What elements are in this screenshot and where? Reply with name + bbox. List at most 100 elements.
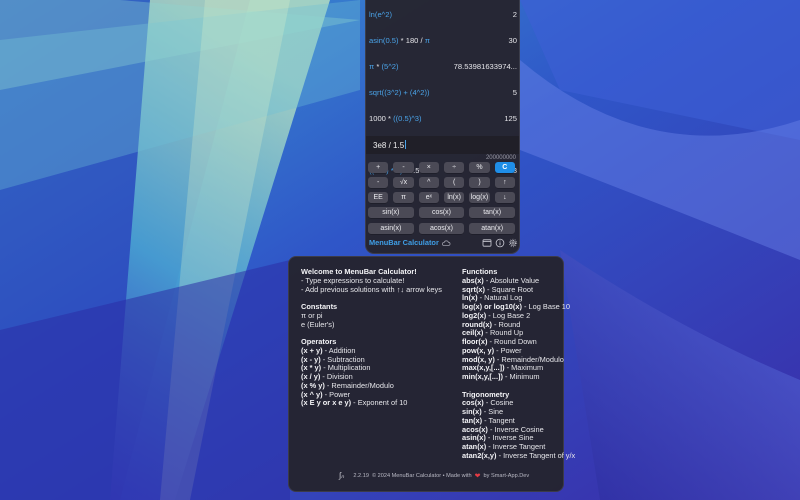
function-item-syntax: sqrt(x) xyxy=(462,284,485,294)
app-logo-icon: ∫ₙ xyxy=(339,471,345,480)
operator-item-syntax: (x - y) xyxy=(301,354,321,364)
operator-item-syntax: (x % y) xyxy=(301,380,325,390)
key-button[interactable]: sin(x) xyxy=(368,207,414,218)
history-row[interactable]: ln(e^2) 2 xyxy=(369,6,518,22)
operator-item-description: - Exponent of 10 xyxy=(351,398,408,408)
expression-input[interactable]: 3e8 / 1.5 xyxy=(366,136,519,154)
calculator-popover: ln(e^2) 2 asin(0.5) * 180 / π 30 π * (5^2) 78… xyxy=(365,0,520,254)
history-expression-part: 1000 xyxy=(369,113,386,123)
operator-item-syntax: (x + y) xyxy=(301,345,323,355)
key-button[interactable]: × xyxy=(418,162,439,173)
help-panel: Welcome to MenuBar Calculator! - Type ex… xyxy=(288,256,575,492)
key-button[interactable]: ÷ xyxy=(444,162,465,173)
constants-list: π or pi e (Euler's) xyxy=(301,311,461,330)
history-row[interactable]: asin(0.5) * 180 / π 30 xyxy=(369,32,518,48)
operators-list: (x + y) - Addition (x - y) - Subtraction(… xyxy=(301,345,461,408)
function-item-syntax: floor(x) xyxy=(462,337,488,346)
gear-icon[interactable] xyxy=(508,238,518,248)
function-item-syntax: round(x) xyxy=(462,319,492,329)
key-button[interactable]: π xyxy=(393,192,414,203)
history-result[interactable]: 2 xyxy=(513,10,518,19)
key-button[interactable]: ↑ xyxy=(494,177,515,188)
history-row[interactable]: sqrt((3^2) + (4^2)) 5 xyxy=(369,84,518,100)
key-button[interactable]: ↓ xyxy=(494,192,515,203)
function-item-description: - Minimum xyxy=(502,372,540,381)
key-button[interactable]: √x xyxy=(393,177,414,188)
function-item-description: - Square Root xyxy=(485,284,534,294)
history-expression: ln(e^2) xyxy=(369,10,392,19)
history-result[interactable]: 5 xyxy=(513,88,518,97)
operator-item-description: - Remainder/Modulo xyxy=(324,380,394,390)
info-icon[interactable] xyxy=(495,238,505,248)
trig-item-description: - Inverse Cosine xyxy=(487,424,544,434)
history-expression-part: asin(0.5) xyxy=(369,35,399,45)
version-label: 2.2.19 xyxy=(353,472,369,479)
expression-input-value[interactable]: 3e8 / 1.5 xyxy=(373,140,406,150)
trig-item-description: - Inverse Tangent of y/x xyxy=(496,450,576,460)
function-item-description: - Round Down xyxy=(487,337,537,346)
result-preview: 200000000 xyxy=(485,155,516,161)
trigonometry-list: cos(x) - Cosine sin(x) - Sine tan(x) - Tan… xyxy=(462,398,575,461)
history-expression-part: sqrt((3^2) + (4^2)) xyxy=(369,87,430,97)
function-item-description: - Log Base 10 xyxy=(521,302,571,311)
author-label: by Smart-App.Dev xyxy=(483,472,530,479)
key-button[interactable]: % xyxy=(469,162,490,173)
key-button[interactable]: acos(x) xyxy=(418,223,465,234)
history-result[interactable]: 78.53981633974... xyxy=(454,62,518,71)
trig-item-syntax: atan(x) xyxy=(462,442,487,451)
key-button[interactable]: log(x) xyxy=(469,192,490,203)
function-item-syntax: ln(x) xyxy=(462,293,478,303)
function-item-description: - Power xyxy=(494,345,522,355)
operator-item-description: - Subtraction xyxy=(320,354,365,364)
function-item-syntax: min(x,y,[...]) xyxy=(462,372,503,381)
history-row[interactable]: π * (5^2) 78.53981633974... xyxy=(369,58,518,74)
key-button[interactable]: ) xyxy=(469,177,490,188)
function-item-description: - Absolute Value xyxy=(483,275,540,285)
operator-item-syntax: (x * y) xyxy=(301,363,322,373)
history-expression: sqrt((3^2) + (4^2)) xyxy=(369,88,430,97)
key-button[interactable]: - xyxy=(368,177,389,188)
cloud-icon[interactable] xyxy=(441,238,451,248)
operator-item-description: - Power xyxy=(322,389,351,399)
key-button[interactable]: ln(x) xyxy=(444,192,465,203)
key-button[interactable]: ^ xyxy=(418,177,439,188)
function-item-syntax: max(x,y,[...]) xyxy=(462,363,505,373)
function-item-syntax: mod(x, y) xyxy=(462,354,495,364)
trig-item-syntax: tan(x) xyxy=(462,415,483,425)
history-expression-part: (5^2) xyxy=(381,61,399,71)
history-expression: asin(0.5) * 180 / π xyxy=(369,36,430,45)
trig-item-description: - Cosine xyxy=(483,398,514,408)
operator-item-syntax: (x E y or x e y) xyxy=(301,398,352,408)
help-right-column: Functions abs(x) - Absolute Value sqrt(x)… xyxy=(462,267,575,461)
operator-item-description: - Division xyxy=(320,372,353,381)
history-expression-part: ((0.5)^3) xyxy=(393,113,422,123)
trig-item: atan2(x,y) - Inverse Tangent of y/x xyxy=(462,451,575,461)
function-item-description: - Remainder/Modulo xyxy=(494,354,564,364)
history-result[interactable]: 125 xyxy=(504,114,518,123)
key-button[interactable]: ( xyxy=(444,177,465,188)
function-item-syntax: log2(x) xyxy=(462,310,487,320)
history-result[interactable]: 30 xyxy=(509,36,518,45)
function-item-syntax: ceil(x) xyxy=(462,328,484,338)
functions-list: abs(x) - Absolute Value sqrt(x) - Square … xyxy=(462,275,570,382)
key-button[interactable]: asin(x) xyxy=(368,223,414,234)
operator-item-description: - Multiplication xyxy=(321,363,371,373)
history-expression-part: * 180 / xyxy=(398,35,425,45)
key-button[interactable]: - xyxy=(393,162,414,173)
trig-item-description: - Inverse Tangent xyxy=(486,442,546,451)
key-button[interactable]: tan(x) xyxy=(469,207,515,218)
function-item-description: - Natural Log xyxy=(477,293,523,303)
function-item-syntax: pow(x, y) xyxy=(462,345,495,355)
key-button[interactable]: + xyxy=(368,162,389,173)
trig-item-syntax: cos(x) xyxy=(462,398,484,408)
history-row[interactable]: 1000 * ((0.5)^3) 125 xyxy=(369,110,518,126)
history-expression-part: ln(e^2) xyxy=(369,9,392,19)
welcome-lines: - Type expressions to calculate! - Add pr… xyxy=(301,276,461,295)
key-button[interactable]: eˣ xyxy=(418,192,439,203)
trig-item-syntax: acos(x) xyxy=(462,424,488,434)
key-button[interactable]: EE xyxy=(368,192,389,203)
key-button[interactable]: C xyxy=(494,162,515,173)
key-button[interactable]: cos(x) xyxy=(418,207,465,218)
key-button[interactable]: atan(x) xyxy=(469,223,515,234)
window-icon[interactable] xyxy=(482,238,492,248)
